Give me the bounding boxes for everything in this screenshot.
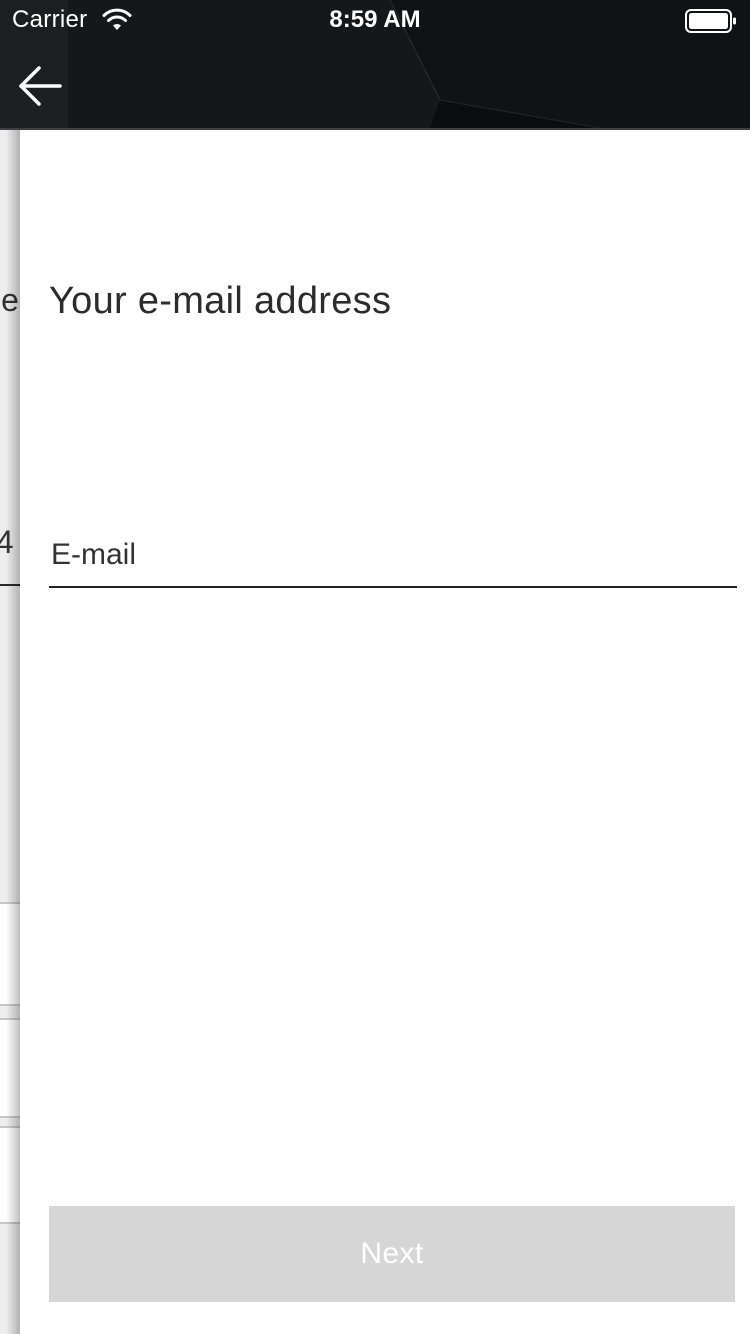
panel-shadow <box>6 130 20 1334</box>
status-time: 8:59 AM <box>329 6 421 33</box>
email-panel: Your e-mail address Next <box>20 130 750 1334</box>
screen: Carrier 8:59 AM De ur 34 <box>0 0 750 1334</box>
battery-icon <box>685 9 736 33</box>
back-button[interactable] <box>0 50 80 122</box>
arrow-left-icon <box>19 66 62 106</box>
email-field[interactable] <box>49 524 737 588</box>
status-bar: Carrier 8:59 AM <box>0 0 750 40</box>
next-button[interactable]: Next <box>49 1206 735 1302</box>
nav-header: Carrier 8:59 AM <box>0 0 750 128</box>
page-title: Your e-mail address <box>49 280 392 322</box>
